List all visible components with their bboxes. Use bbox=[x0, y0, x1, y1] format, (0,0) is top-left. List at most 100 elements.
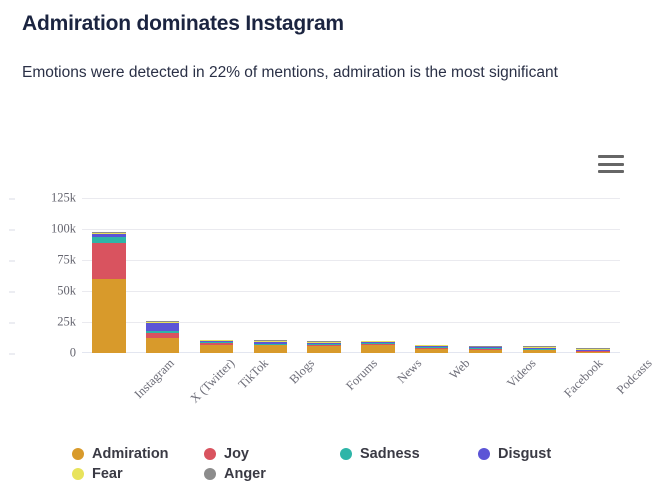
bar-segment[interactable] bbox=[199, 341, 234, 343]
plot-area bbox=[82, 198, 620, 353]
bar-segment[interactable] bbox=[253, 341, 287, 344]
bar-segment[interactable] bbox=[307, 342, 341, 345]
legend-swatch-joy bbox=[204, 448, 216, 460]
bar-segment[interactable] bbox=[468, 348, 503, 349]
bar-segment[interactable] bbox=[253, 345, 287, 353]
bar-segment[interactable] bbox=[576, 351, 610, 353]
bar-segment[interactable] bbox=[199, 342, 234, 345]
x-axis-labels: Instagram X (Twitter) TikTok Blogs Forums New… bbox=[82, 356, 652, 426]
bar-segment[interactable] bbox=[522, 347, 556, 349]
bar-segment[interactable] bbox=[146, 338, 180, 353]
bar-stack[interactable] bbox=[253, 340, 287, 353]
bar-segment[interactable] bbox=[146, 321, 180, 322]
x-axis-tick-label: News bbox=[394, 356, 425, 387]
bar-segment[interactable] bbox=[415, 344, 449, 346]
bar-segment[interactable] bbox=[415, 346, 449, 347]
bar-segment[interactable] bbox=[307, 341, 341, 343]
bar-series-container bbox=[82, 198, 620, 353]
bar-segment[interactable] bbox=[468, 347, 503, 349]
bar-segment[interactable] bbox=[199, 340, 234, 342]
bar-segment[interactable] bbox=[253, 344, 287, 346]
legend-swatch-sadness bbox=[340, 448, 352, 460]
bar-stack[interactable] bbox=[415, 344, 449, 353]
bar-segment[interactable] bbox=[307, 345, 341, 347]
x-axis-tick-label: X (Twitter) bbox=[187, 356, 237, 406]
bar-segment[interactable] bbox=[522, 349, 556, 351]
bar-segment[interactable] bbox=[199, 344, 234, 353]
bar-segment[interactable] bbox=[146, 321, 180, 323]
legend-item-joy[interactable]: Joy bbox=[204, 446, 340, 462]
legend-item-sadness[interactable]: Sadness bbox=[340, 446, 478, 462]
x-axis-tick-label: TikTok bbox=[235, 356, 271, 392]
bar-segment[interactable] bbox=[361, 342, 395, 344]
bar-stack[interactable] bbox=[92, 232, 126, 353]
bar-segment[interactable] bbox=[415, 348, 449, 353]
bar-segment[interactable] bbox=[468, 346, 503, 348]
bar-segment[interactable] bbox=[307, 342, 341, 343]
bar-segment[interactable] bbox=[307, 346, 341, 353]
y-axis-tick-mark bbox=[9, 291, 15, 292]
x-axis-baseline bbox=[82, 352, 620, 353]
legend-label-fear: Fear bbox=[92, 466, 123, 482]
bar-segment[interactable] bbox=[253, 341, 287, 342]
bar-segment[interactable] bbox=[361, 342, 395, 343]
bar-segment[interactable] bbox=[146, 330, 180, 333]
bar-segment[interactable] bbox=[361, 341, 395, 343]
menu-bar-3 bbox=[598, 170, 624, 173]
bar-segment[interactable] bbox=[92, 237, 126, 243]
legend-item-disgust[interactable]: Disgust bbox=[478, 446, 598, 462]
bar-segment[interactable] bbox=[92, 233, 126, 234]
bar-segment[interactable] bbox=[92, 232, 126, 234]
bar-segment[interactable] bbox=[361, 344, 395, 353]
bar-segment[interactable] bbox=[576, 348, 610, 350]
bar-segment[interactable] bbox=[415, 345, 449, 347]
bar-stack[interactable] bbox=[146, 321, 180, 353]
legend-item-admiration[interactable]: Admiration bbox=[72, 446, 204, 462]
bar-segment[interactable] bbox=[576, 349, 610, 351]
bar-segment[interactable] bbox=[522, 346, 556, 348]
bar-segment[interactable] bbox=[576, 350, 610, 352]
bar-segment[interactable] bbox=[468, 348, 503, 350]
legend-item-anger[interactable]: Anger bbox=[204, 466, 340, 482]
chart-legend: Admiration Joy Sadness Disgust Fear Ange… bbox=[72, 444, 632, 484]
bar-stack[interactable] bbox=[307, 341, 341, 353]
bar-segment[interactable] bbox=[92, 242, 126, 279]
bar-stack[interactable] bbox=[522, 346, 556, 353]
bar-segment[interactable] bbox=[199, 339, 234, 341]
hamburger-menu-icon[interactable] bbox=[598, 152, 624, 176]
bar-segment[interactable] bbox=[522, 350, 556, 353]
bar-segment[interactable] bbox=[307, 344, 341, 346]
bar-segment[interactable] bbox=[361, 343, 395, 345]
bar-segment[interactable] bbox=[415, 346, 449, 348]
bar-stack[interactable] bbox=[468, 345, 503, 353]
bar-segment[interactable] bbox=[361, 340, 395, 342]
legend-label-joy: Joy bbox=[224, 446, 249, 462]
legend-swatch-admiration bbox=[72, 448, 84, 460]
bar-segment[interactable] bbox=[468, 349, 503, 353]
bar-segment[interactable] bbox=[146, 322, 180, 331]
legend-label-admiration: Admiration bbox=[92, 446, 169, 462]
menu-bar-2 bbox=[598, 162, 624, 166]
bar-stack[interactable] bbox=[576, 348, 610, 353]
bar-segment[interactable] bbox=[146, 332, 180, 339]
bar-segment[interactable] bbox=[253, 340, 287, 342]
bar-segment[interactable] bbox=[92, 278, 126, 353]
bar-stack[interactable] bbox=[199, 339, 234, 353]
legend-item-fear[interactable]: Fear bbox=[72, 466, 204, 482]
x-axis-tick-label: Videos bbox=[503, 356, 539, 391]
gridline bbox=[82, 198, 620, 199]
bar-segment[interactable] bbox=[92, 233, 126, 238]
bar-segment[interactable] bbox=[253, 343, 287, 345]
y-axis-tick-label: 50k bbox=[9, 284, 76, 299]
bar-segment[interactable] bbox=[468, 345, 503, 347]
bar-stack[interactable] bbox=[361, 340, 395, 353]
legend-label-anger: Anger bbox=[224, 466, 266, 482]
bar-segment[interactable] bbox=[576, 352, 610, 353]
chart-subtitle: Emotions were detected in 22% of mention… bbox=[22, 64, 558, 81]
bar-segment[interactable] bbox=[199, 342, 234, 343]
bar-segment[interactable] bbox=[576, 349, 610, 350]
bar-segment[interactable] bbox=[522, 348, 556, 350]
bar-segment[interactable] bbox=[522, 348, 556, 349]
bar-segment[interactable] bbox=[415, 347, 449, 349]
legend-swatch-disgust bbox=[478, 448, 490, 460]
